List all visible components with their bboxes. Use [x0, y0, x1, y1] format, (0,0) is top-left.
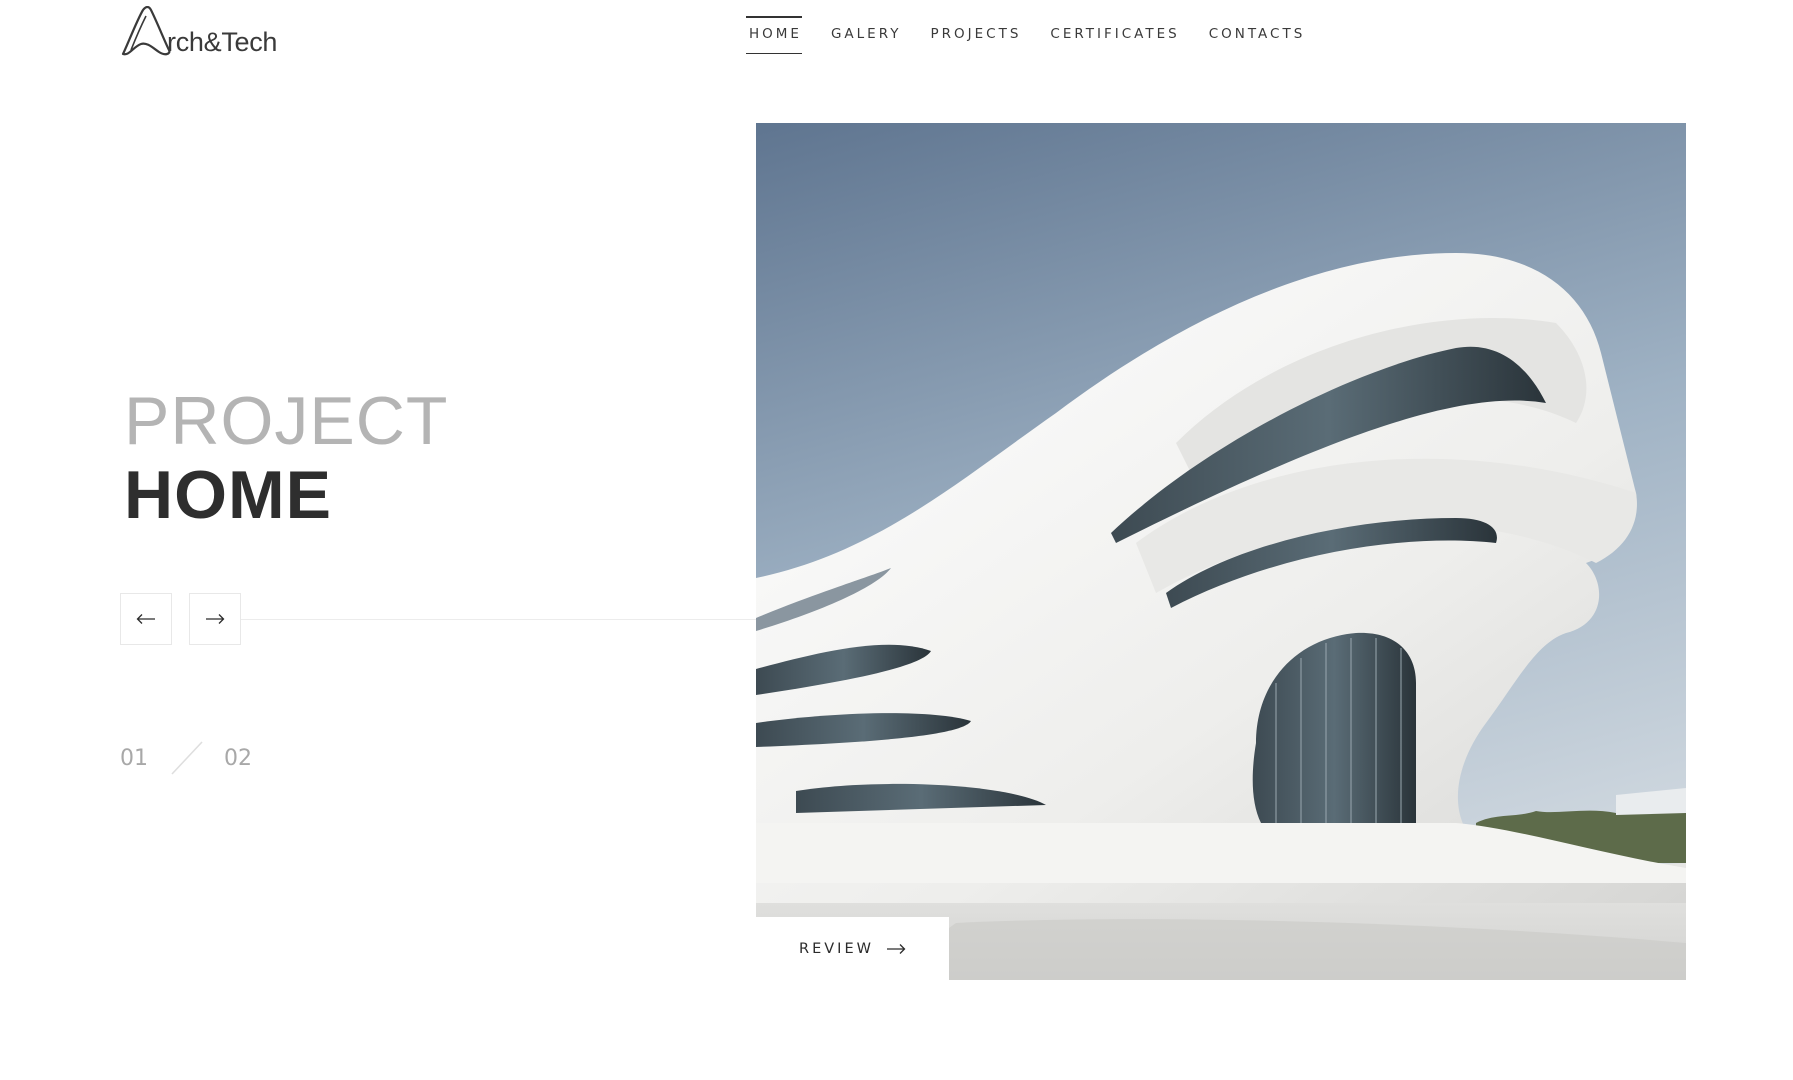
counter-slash-icon [171, 741, 203, 775]
logo-text: rch&Tech [167, 27, 278, 57]
hero-title-bold: HOME [124, 457, 332, 533]
nav-item-contacts[interactable]: CONTACTS [1209, 16, 1306, 54]
slider-divider [241, 619, 756, 620]
arrow-left-icon [136, 614, 155, 624]
counter-total: 02 [224, 745, 252, 771]
counter-current: 01 [120, 745, 148, 771]
arrow-right-icon [206, 614, 225, 624]
slider-prev-button[interactable] [120, 593, 172, 645]
nav-item-galery[interactable]: GALERY [831, 16, 902, 54]
nav-item-home[interactable]: HOME [746, 16, 802, 54]
hero-building-image [756, 123, 1686, 980]
review-label: REVIEW [799, 940, 874, 957]
hero-title-light: PROJECT [124, 383, 449, 459]
main-nav: HOME GALERY PROJECTS CERTIFICATES CONTAC… [746, 16, 1334, 54]
nav-item-projects[interactable]: PROJECTS [930, 16, 1021, 54]
nav-item-certificates[interactable]: CERTIFICATES [1050, 16, 1179, 54]
brand-logo[interactable]: rch&Tech [119, 6, 277, 58]
review-button[interactable]: REVIEW [756, 917, 949, 980]
slide-counter: 01 02 [120, 740, 252, 776]
hero-title: PROJECT HOME [124, 384, 448, 532]
arrow-right-icon [886, 943, 906, 954]
slider-next-button[interactable] [189, 593, 241, 645]
